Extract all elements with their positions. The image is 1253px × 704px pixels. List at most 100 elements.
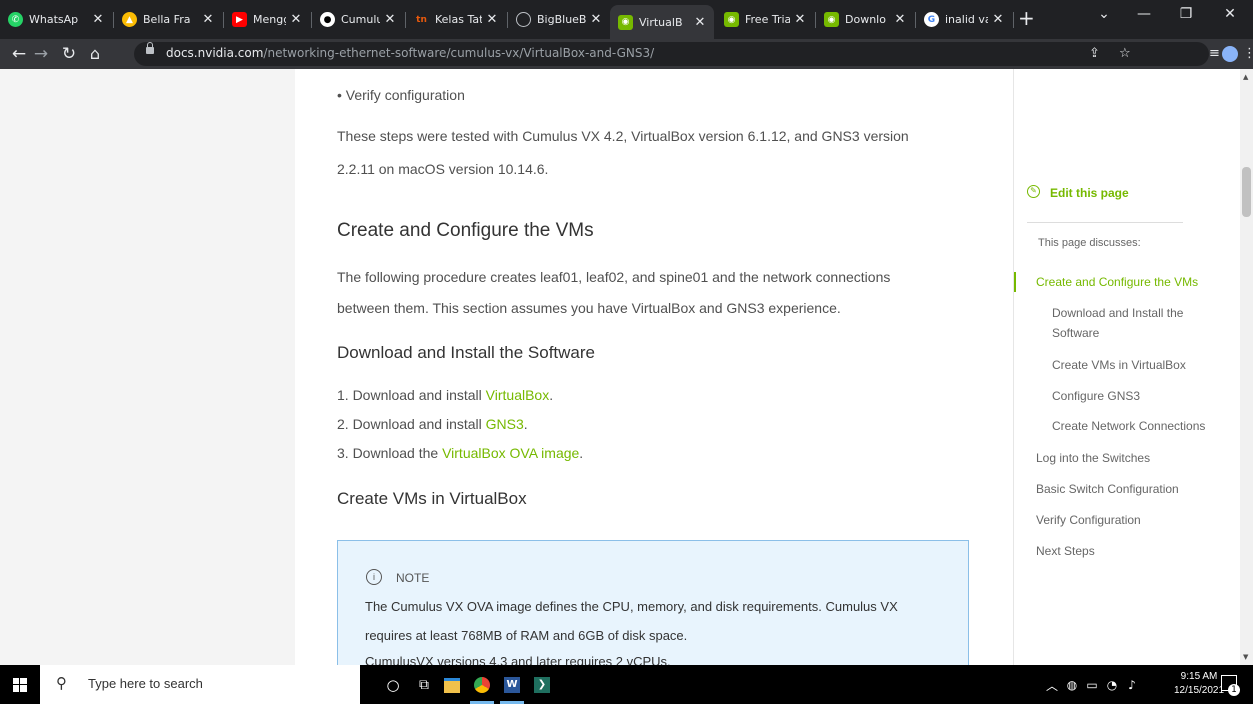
tab-virtualbox-active[interactable]: ◉ VirtualB ✕ bbox=[610, 5, 714, 39]
browser-tab-strip: ✆ WhatsAp ✕ ▲ Bella Fra ✕ ▶ Menggu ✕ ● C… bbox=[0, 0, 1253, 39]
procedure-line-2: between them. This section assumes you h… bbox=[337, 300, 841, 316]
bookmark-star-icon[interactable]: ☆ bbox=[1119, 46, 1131, 61]
list-item: • Verify configuration bbox=[337, 87, 465, 103]
tab-free-trial[interactable]: ◉ Free Tria ✕ bbox=[716, 3, 814, 36]
youtube-icon: ▶ bbox=[232, 12, 247, 27]
restore-icon[interactable]: ❐ bbox=[1166, 6, 1206, 22]
kebab-menu-icon[interactable]: ⋮ bbox=[1243, 46, 1253, 61]
close-icon[interactable]: ✕ bbox=[894, 12, 906, 27]
close-icon[interactable]: ✕ bbox=[384, 12, 396, 27]
minimize-icon[interactable]: — bbox=[1124, 6, 1164, 22]
toc-download-install[interactable]: Download and Install the bbox=[1052, 306, 1183, 320]
bullet-text: Verify configuration bbox=[345, 87, 465, 103]
close-icon[interactable]: ✕ bbox=[590, 12, 602, 27]
note-line-3: CumulusVX versions 4.3 and later require… bbox=[365, 654, 671, 665]
meet-now-icon[interactable]: ◍ bbox=[1062, 675, 1082, 695]
forward-arrow-icon[interactable]: → bbox=[30, 42, 52, 66]
procedure-line-1: The following procedure creates leaf01, … bbox=[337, 269, 891, 285]
new-tab-icon[interactable]: + bbox=[1018, 8, 1035, 28]
tab-google[interactable]: G inalid va ✕ bbox=[916, 3, 1012, 36]
close-icon[interactable]: ✕ bbox=[92, 12, 104, 27]
google-icon: G bbox=[924, 12, 939, 27]
hidden-icons-chevron-icon[interactable]: ︿ bbox=[1042, 675, 1062, 695]
tab-title: Cumulus bbox=[341, 13, 380, 26]
task-view-icon[interactable]: ⧉ bbox=[414, 675, 434, 695]
tn-icon: tn bbox=[416, 14, 427, 25]
search-placeholder: Type here to search bbox=[88, 676, 203, 691]
nvidia-icon: ◉ bbox=[618, 14, 633, 30]
tested-line-2: 2.2.11 on macOS version 10.14.6. bbox=[337, 161, 549, 177]
step-3: 3. Download the VirtualBox OVA image. bbox=[337, 445, 583, 461]
heading-create-configure: Create and Configure the VMs bbox=[337, 220, 594, 241]
tab-search-chevron-icon[interactable]: ⌄ bbox=[1084, 6, 1124, 22]
address-bar[interactable]: docs.nvidia.com/networking-ethernet-soft… bbox=[134, 42, 1209, 66]
speaker-icon[interactable]: ♪ bbox=[1122, 675, 1142, 695]
article-content: • Verify configuration These steps were … bbox=[295, 69, 1013, 665]
tab-whatsapp[interactable]: ✆ WhatsAp ✕ bbox=[0, 3, 112, 36]
tab-github[interactable]: ● Cumulus ✕ bbox=[312, 3, 404, 36]
toc-create-configure[interactable]: Create and Configure the VMs bbox=[1036, 275, 1198, 289]
step-1: 1. Download and install VirtualBox. bbox=[337, 387, 553, 403]
whatsapp-icon: ✆ bbox=[8, 12, 23, 27]
windows-taskbar: ⚲ Type here to search ○ ⧉ W ❯ ︿ ◍ ▭ ◔ ♪ … bbox=[0, 665, 1253, 704]
close-icon[interactable]: ✕ bbox=[694, 15, 706, 30]
windows-start-icon[interactable] bbox=[13, 678, 27, 692]
toc-download-install-line2[interactable]: Software bbox=[1052, 326, 1099, 340]
chrome-icon[interactable] bbox=[472, 675, 492, 695]
virtualbox-link[interactable]: VirtualBox bbox=[486, 387, 550, 403]
clock-date: 12/15/2021 bbox=[1174, 685, 1225, 696]
url-domain: docs.nvidia.com bbox=[166, 46, 264, 60]
home-icon[interactable]: ⌂ bbox=[84, 42, 106, 66]
toc-verify[interactable]: Verify Configuration bbox=[1036, 513, 1141, 527]
close-icon[interactable]: ✕ bbox=[486, 12, 498, 27]
step-2: 2. Download and install GNS3. bbox=[337, 416, 528, 432]
toc-configure-gns3[interactable]: Configure GNS3 bbox=[1052, 389, 1140, 403]
cortana-icon[interactable]: ○ bbox=[383, 675, 403, 695]
toc-create-vms[interactable]: Create VMs in VirtualBox bbox=[1052, 358, 1186, 372]
tab-title: BigBlueB bbox=[537, 13, 586, 26]
gns3-link[interactable]: GNS3 bbox=[486, 416, 524, 432]
toc-next-steps[interactable]: Next Steps bbox=[1036, 544, 1095, 558]
scroll-down-icon[interactable]: ▼ bbox=[1243, 653, 1248, 661]
back-arrow-icon[interactable]: ← bbox=[8, 42, 30, 66]
note-line-1: The Cumulus VX OVA image defines the CPU… bbox=[365, 599, 898, 614]
app-arrow-icon[interactable]: ❯ bbox=[532, 675, 552, 695]
lock-icon bbox=[146, 42, 154, 54]
divider bbox=[1027, 222, 1183, 223]
close-icon[interactable]: ✕ bbox=[202, 12, 214, 27]
tab-bigbluebutton[interactable]: BigBlueB ✕ bbox=[508, 3, 610, 36]
google-drive-icon: ▲ bbox=[122, 12, 137, 27]
web-page: • Verify configuration These steps were … bbox=[0, 69, 1253, 665]
toc-create-network[interactable]: Create Network Connections bbox=[1052, 419, 1205, 433]
ova-image-link[interactable]: VirtualBox OVA image bbox=[442, 445, 579, 461]
taskbar-search-box[interactable]: ⚲ Type here to search bbox=[40, 665, 360, 704]
reading-list-icon[interactable]: ≡ bbox=[1209, 46, 1220, 61]
scrollbar-thumb[interactable] bbox=[1242, 167, 1251, 217]
edit-this-page-link[interactable]: Edit this page bbox=[1050, 186, 1129, 200]
profile-avatar[interactable] bbox=[1222, 46, 1238, 62]
page-scrollbar[interactable]: ▲ ▼ bbox=[1240, 69, 1253, 665]
close-icon[interactable]: ✕ bbox=[290, 12, 302, 27]
toc-basic-switch[interactable]: Basic Switch Configuration bbox=[1036, 482, 1179, 496]
reload-icon[interactable]: ↻ bbox=[58, 42, 80, 66]
tab-kelas[interactable]: tn Kelas Tat ✕ bbox=[406, 3, 506, 36]
tab-title: Menggu bbox=[253, 13, 286, 26]
tab-bella[interactable]: ▲ Bella Fra ✕ bbox=[114, 3, 222, 36]
close-icon[interactable]: ✕ bbox=[794, 12, 806, 27]
window-close-icon[interactable]: ✕ bbox=[1210, 6, 1250, 22]
scroll-up-icon[interactable]: ▲ bbox=[1243, 73, 1248, 81]
note-label: NOTE bbox=[396, 571, 430, 585]
file-explorer-icon[interactable] bbox=[442, 675, 462, 695]
battery-icon[interactable]: ▭ bbox=[1082, 675, 1102, 695]
word-icon[interactable]: W bbox=[502, 675, 522, 695]
wifi-icon[interactable]: ◔ bbox=[1102, 675, 1122, 695]
system-clock[interactable]: 9:15 AM 12/15/2021 bbox=[1174, 670, 1224, 698]
tab-download[interactable]: ◉ Downlo ✕ bbox=[816, 3, 914, 36]
toc-log-into-switches[interactable]: Log into the Switches bbox=[1036, 451, 1150, 465]
notification-badge: 1 bbox=[1228, 684, 1240, 696]
tab-youtube[interactable]: ▶ Menggu ✕ bbox=[224, 3, 310, 36]
share-icon[interactable]: ⇪ bbox=[1089, 46, 1100, 61]
close-icon[interactable]: ✕ bbox=[992, 12, 1004, 27]
tab-title: inalid va bbox=[945, 13, 988, 26]
tab-separator bbox=[1013, 12, 1014, 28]
